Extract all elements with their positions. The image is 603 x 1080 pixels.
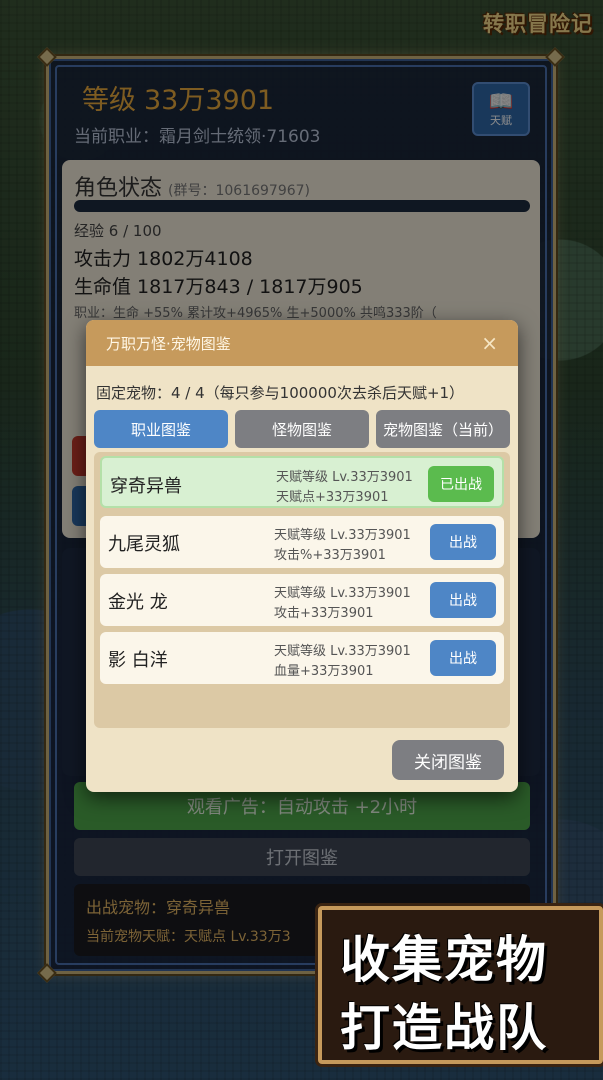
pet-list: 穿奇异兽 天赋等级 Lv.33万3901 天赋点+33万3901 已出战 九尾灵… xyxy=(94,452,510,728)
pet-guide-modal: 万职万怪·宠物图鉴 × 固定宠物：4 / 4（每只参与100000次去杀后天赋+… xyxy=(86,320,518,792)
tab-monster-guide[interactable]: 怪物图鉴 xyxy=(235,410,369,448)
pet-talent-level: 天赋等级 Lv.33万3901 xyxy=(276,470,413,485)
list-item: 穿奇异兽 天赋等级 Lv.33万3901 天赋点+33万3901 已出战 xyxy=(100,456,504,508)
pet-name: 九尾灵狐 xyxy=(108,534,180,555)
fixed-pets-count: 固定宠物：4 / 4（每只参与100000次去杀后天赋+1） xyxy=(96,384,465,402)
list-item: 九尾灵狐 天赋等级 Lv.33万3901 攻击%+33万3901 出战 xyxy=(100,516,504,568)
pet-bonus: 攻击%+33万3901 xyxy=(274,548,386,563)
close-guide-button[interactable]: 关闭图鉴 xyxy=(392,740,504,780)
guide-tabs: 职业图鉴 怪物图鉴 宠物图鉴（当前） xyxy=(94,410,510,448)
pet-bonus: 血量+33万3901 xyxy=(274,664,374,679)
pet-talent-level: 天赋等级 Lv.33万3901 xyxy=(274,644,411,659)
promo-line-2: 打造战队 xyxy=(340,999,548,1057)
pet-name: 影 白洋 xyxy=(108,650,168,671)
promo-banner: 收集宠物 打造战队 xyxy=(318,906,603,1064)
pet-talent-level: 天赋等级 Lv.33万3901 xyxy=(274,586,411,601)
tab-job-guide[interactable]: 职业图鉴 xyxy=(94,410,228,448)
promo-line-1: 收集宠物 xyxy=(340,931,548,989)
deploy-button[interactable]: 出战 xyxy=(430,524,496,560)
modal-title: 万职万怪·宠物图鉴 xyxy=(106,334,231,353)
close-icon[interactable]: × xyxy=(481,331,498,355)
list-item: 影 白洋 天赋等级 Lv.33万3901 血量+33万3901 出战 xyxy=(100,632,504,684)
tab-pet-guide[interactable]: 宠物图鉴（当前） xyxy=(376,410,510,448)
pet-name: 金光 龙 xyxy=(108,592,168,613)
pet-bonus: 攻击+33万3901 xyxy=(274,606,374,621)
deployed-button[interactable]: 已出战 xyxy=(428,466,494,502)
pet-bonus: 天赋点+33万3901 xyxy=(276,490,389,505)
deploy-button[interactable]: 出战 xyxy=(430,640,496,676)
pet-name: 穿奇异兽 xyxy=(110,476,182,497)
list-item: 金光 龙 天赋等级 Lv.33万3901 攻击+33万3901 出战 xyxy=(100,574,504,626)
pet-talent-level: 天赋等级 Lv.33万3901 xyxy=(274,528,411,543)
modal-header: 万职万怪·宠物图鉴 × xyxy=(86,320,518,366)
deploy-button[interactable]: 出战 xyxy=(430,582,496,618)
